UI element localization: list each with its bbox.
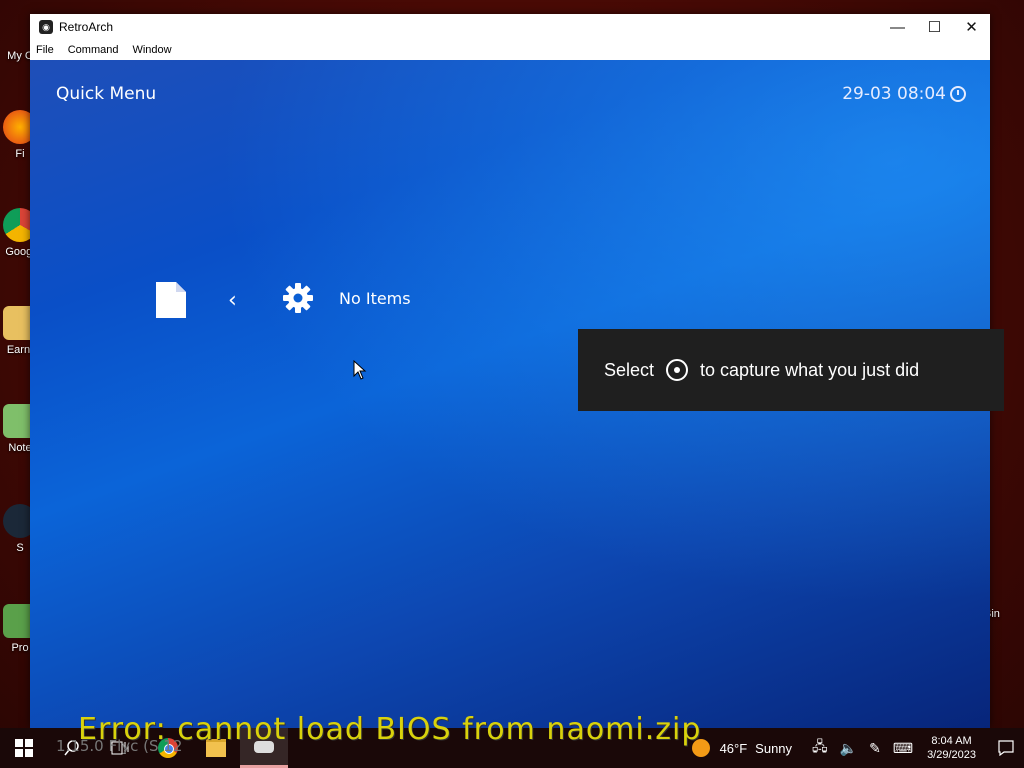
clock-icon — [950, 86, 966, 102]
minimize-button[interactable]: — — [879, 14, 916, 40]
clock-text: 29-03 08:04 — [842, 84, 946, 104]
gear-icon[interactable] — [282, 282, 314, 314]
clock-date: 3/29/2023 — [927, 749, 976, 761]
desktop-icon-label: Pro — [11, 642, 29, 654]
keyboard-icon[interactable]: ⌨ — [893, 740, 913, 757]
title-bar[interactable]: ◉ RetroArch — ☐ ✕ — [30, 14, 990, 40]
menu-file[interactable]: File — [36, 44, 54, 56]
maximize-button[interactable]: ☐ — [916, 14, 953, 40]
capture-toast: Select to capture what you just did — [578, 329, 1004, 411]
taskbar-clock[interactable]: 8:04 AM 3/29/2023 — [927, 734, 976, 762]
empty-list-label: No Items — [339, 289, 411, 308]
menu-clock: 29-03 08:04 — [842, 84, 966, 104]
error-message: Error: cannot load BIOS from naomi.zip — [78, 712, 702, 747]
window-title: RetroArch — [59, 20, 114, 34]
volume-icon[interactable]: 🔈 — [840, 740, 857, 757]
chevron-left-icon[interactable]: ‹ — [228, 288, 237, 313]
notification-icon[interactable] — [988, 728, 1024, 768]
desktop-icon-label: Fi — [15, 148, 25, 160]
toast-prefix: Select — [604, 359, 655, 380]
desktop-icon-label: Note — [8, 442, 32, 454]
retroarch-icon: ◉ — [39, 20, 53, 34]
menu-bar: File Command Window — [30, 40, 990, 60]
desktop-icon-label: S — [16, 542, 24, 554]
windows-logo-icon — [15, 739, 33, 757]
pen-icon[interactable]: ✎ — [869, 740, 881, 757]
clock-time: 8:04 AM — [931, 735, 972, 747]
close-button[interactable]: ✕ — [953, 14, 990, 40]
desktop-icon-label: My C — [7, 50, 33, 62]
mouse-cursor-icon — [353, 360, 367, 380]
weather-temp[interactable]: 46°F — [720, 741, 748, 756]
weather-condition[interactable]: Sunny — [755, 741, 792, 756]
menu-window[interactable]: Window — [132, 44, 171, 56]
page-title: Quick Menu — [56, 84, 157, 104]
network-icon[interactable]: 🖧 — [812, 736, 828, 760]
start-button[interactable] — [0, 728, 48, 768]
system-tray: 46°F Sunny 🖧 🔈 ✎ ⌨ 8:04 AM 3/29/2023 — [691, 728, 1024, 768]
capture-icon — [666, 359, 689, 381]
file-icon[interactable] — [156, 282, 186, 318]
menu-command[interactable]: Command — [68, 44, 119, 56]
toast-suffix: to capture what you just did — [700, 359, 920, 380]
